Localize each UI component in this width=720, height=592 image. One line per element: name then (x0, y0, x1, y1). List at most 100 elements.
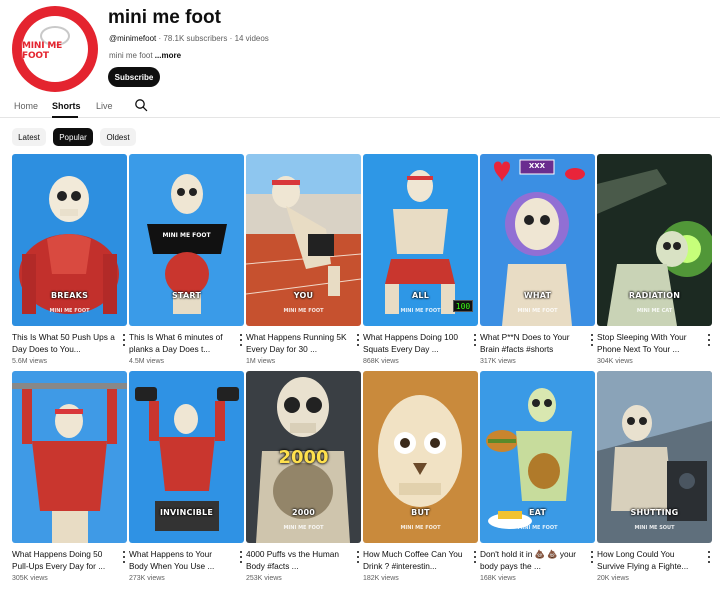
thumbnail-image (480, 154, 595, 326)
thumbnail-brand: MINI ME FOOT (517, 525, 558, 531)
meta-separator: · (158, 34, 162, 43)
short-views: 273K views (129, 575, 165, 582)
short-views: 304K views (597, 358, 633, 365)
more-options-icon[interactable] (355, 334, 361, 346)
short-thumbnail[interactable]: INVINCIBLE (129, 371, 244, 543)
more-options-icon[interactable] (121, 551, 127, 563)
counter-display: 100 (453, 300, 473, 312)
short-views: 317K views (480, 358, 516, 365)
more-options-icon[interactable] (589, 551, 595, 563)
active-tab-indicator (52, 116, 78, 118)
more-options-icon[interactable] (238, 551, 244, 563)
channel-name: mini me foot (108, 7, 221, 28)
short-card[interactable]: MINI ME FOOT START This Is What 6 minute… (129, 154, 244, 365)
channel-avatar[interactable]: MINI ME FOOT (12, 6, 98, 92)
thumbnail-image (480, 371, 595, 543)
short-title[interactable]: 4000 Puffs vs the Human Body #facts ... (246, 548, 350, 572)
short-views: 168K views (480, 575, 516, 582)
short-card[interactable]: XXX WHAT MINI ME FOOT What P**N Does to … (480, 154, 595, 365)
channel-description[interactable]: mini me foot ...more (109, 51, 181, 60)
short-card[interactable]: 2000 2000 MINI ME FOOT 4000 Puffs vs the… (246, 371, 361, 582)
channel-header: MINI ME FOOT mini me foot @minimefoot · … (12, 6, 712, 92)
subscriber-count: 78.1K subscribers (163, 34, 228, 43)
short-card[interactable]: RADIATION MINI ME CAT Stop Sleeping With… (597, 154, 712, 365)
thumbnail-caption: START (171, 291, 202, 300)
short-title[interactable]: This Is What 50 Push Ups a Day Does to Y… (12, 331, 116, 355)
more-options-icon[interactable] (121, 334, 127, 346)
short-card[interactable]: EAT MINI ME FOOT Don't hold it in 💩 💩 yo… (480, 371, 595, 582)
filter-oldest[interactable]: Oldest (100, 128, 136, 146)
short-card[interactable]: ALL MINI ME FOOT 100 What Happens Doing … (363, 154, 478, 365)
thumbnail-image (597, 154, 712, 326)
more-options-icon[interactable] (472, 551, 478, 563)
more-options-icon[interactable] (706, 551, 712, 563)
description-text: mini me foot (109, 51, 155, 60)
short-title[interactable]: How Much Coffee Can You Drink ? #interes… (363, 548, 467, 572)
avatar-logo-text: MINI ME FOOT (22, 41, 63, 61)
sign-text: XXX (528, 162, 546, 170)
short-card[interactable]: BUT MINI ME FOOT How Much Coffee Can You… (363, 371, 478, 582)
filter-popular[interactable]: Popular (53, 128, 93, 146)
short-card[interactable]: What Happens Doing 50 Pull-Ups Every Day… (12, 371, 127, 582)
short-thumbnail[interactable]: XXX WHAT MINI ME FOOT (480, 154, 595, 326)
thumbnail-caption: 2000 (291, 508, 316, 517)
short-card[interactable]: YOU MINI ME FOOT What Happens Running 5K… (246, 154, 361, 365)
more-options-icon[interactable] (355, 551, 361, 563)
thumbnail-caption: BUT (411, 508, 430, 517)
short-views: 868K views (363, 358, 399, 365)
thumbnail-image (246, 154, 361, 326)
avatar-logo: MINI ME FOOT (22, 16, 88, 82)
short-thumbnail[interactable]: MINI ME FOOT START (129, 154, 244, 326)
short-title[interactable]: What Happens to Your Body When You Use .… (129, 548, 233, 572)
short-thumbnail[interactable]: ALL MINI ME FOOT 100 (363, 154, 478, 326)
thumbnail-image (129, 154, 244, 326)
short-title[interactable]: Don't hold it in 💩 💩 your body pays the … (480, 548, 584, 572)
search-icon[interactable] (134, 98, 148, 112)
short-title[interactable]: How Long Could You Survive Flying a Figh… (597, 548, 701, 572)
meta-separator: · (229, 34, 233, 43)
subscribe-button[interactable]: Subscribe (108, 67, 160, 87)
short-thumbnail[interactable]: BREAKS MINI ME FOOT (12, 154, 127, 326)
short-views: 4.5M views (129, 358, 165, 365)
thumbnail-image (12, 154, 127, 326)
video-count: 14 videos (234, 34, 269, 43)
thumbnail-caption: YOU (293, 291, 314, 300)
thumbnail-brand: MINI ME FOOT (400, 525, 441, 531)
thumbnail-image (12, 371, 127, 543)
filter-latest[interactable]: Latest (12, 128, 46, 146)
short-card[interactable]: SHUTTING MINI ME SOUT How Long Could You… (597, 371, 712, 582)
tab-live[interactable]: Live (96, 101, 113, 111)
short-thumbnail[interactable]: SHUTTING MINI ME SOUT (597, 371, 712, 543)
short-thumbnail[interactable]: BUT MINI ME FOOT (363, 371, 478, 543)
short-thumbnail[interactable] (12, 371, 127, 543)
thumbnail-brand: MINI ME FOOT (283, 308, 324, 314)
short-thumbnail[interactable]: EAT MINI ME FOOT (480, 371, 595, 543)
short-views: 305K views (12, 575, 48, 582)
thumbnail-brand: MINI ME FOOT (517, 308, 558, 314)
thumbnail-caption: SHUTTING (630, 508, 679, 517)
short-thumbnail[interactable]: RADIATION MINI ME CAT (597, 154, 712, 326)
more-options-icon[interactable] (706, 334, 712, 346)
more-options-icon[interactable] (238, 334, 244, 346)
tab-home[interactable]: Home (14, 101, 38, 111)
short-title[interactable]: This Is What 6 minutes of planks a Day D… (129, 331, 233, 355)
short-thumbnail[interactable]: YOU MINI ME FOOT (246, 154, 361, 326)
thumbnail-caption: EAT (528, 508, 547, 517)
short-title[interactable]: Stop Sleeping With Your Phone Next To Yo… (597, 331, 701, 355)
more-link[interactable]: ...more (155, 51, 181, 60)
short-card[interactable]: BREAKS MINI ME FOOT This Is What 50 Push… (12, 154, 127, 365)
channel-tabs: Home Shorts Live (0, 96, 720, 118)
short-card[interactable]: INVINCIBLE What Happens to Your Body Whe… (129, 371, 244, 582)
thumbnail-brand: MINI ME FOOT (283, 525, 324, 531)
tab-shorts[interactable]: Shorts (52, 101, 81, 111)
thumbnail-image (597, 371, 712, 543)
short-title[interactable]: What P**N Does to Your Brain #facts #sho… (480, 331, 584, 355)
more-options-icon[interactable] (472, 334, 478, 346)
short-title[interactable]: What Happens Doing 100 Squats Every Day … (363, 331, 467, 355)
thumbnail-image (129, 371, 244, 543)
short-thumbnail[interactable]: 2000 2000 MINI ME FOOT (246, 371, 361, 543)
short-title[interactable]: What Happens Doing 50 Pull-Ups Every Day… (12, 548, 116, 572)
short-title[interactable]: What Happens Running 5K Every Day for 30… (246, 331, 350, 355)
channel-meta: @minimefoot · 78.1K subscribers · 14 vid… (109, 34, 269, 43)
more-options-icon[interactable] (589, 334, 595, 346)
